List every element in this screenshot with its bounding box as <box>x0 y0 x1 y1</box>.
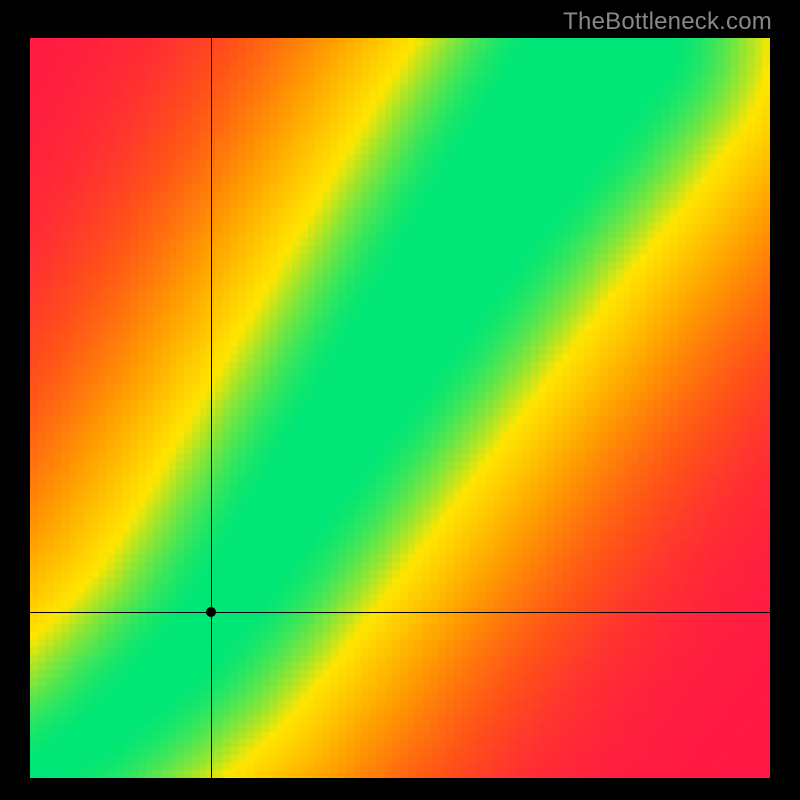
watermark-text: TheBottleneck.com <box>563 8 772 36</box>
chart-stage: TheBottleneck.com <box>0 0 800 800</box>
crosshair-horizontal <box>30 612 770 613</box>
data-point-marker <box>206 607 216 617</box>
crosshair-vertical <box>211 38 212 778</box>
plot-area <box>30 38 770 778</box>
heatmap-canvas <box>30 38 770 778</box>
